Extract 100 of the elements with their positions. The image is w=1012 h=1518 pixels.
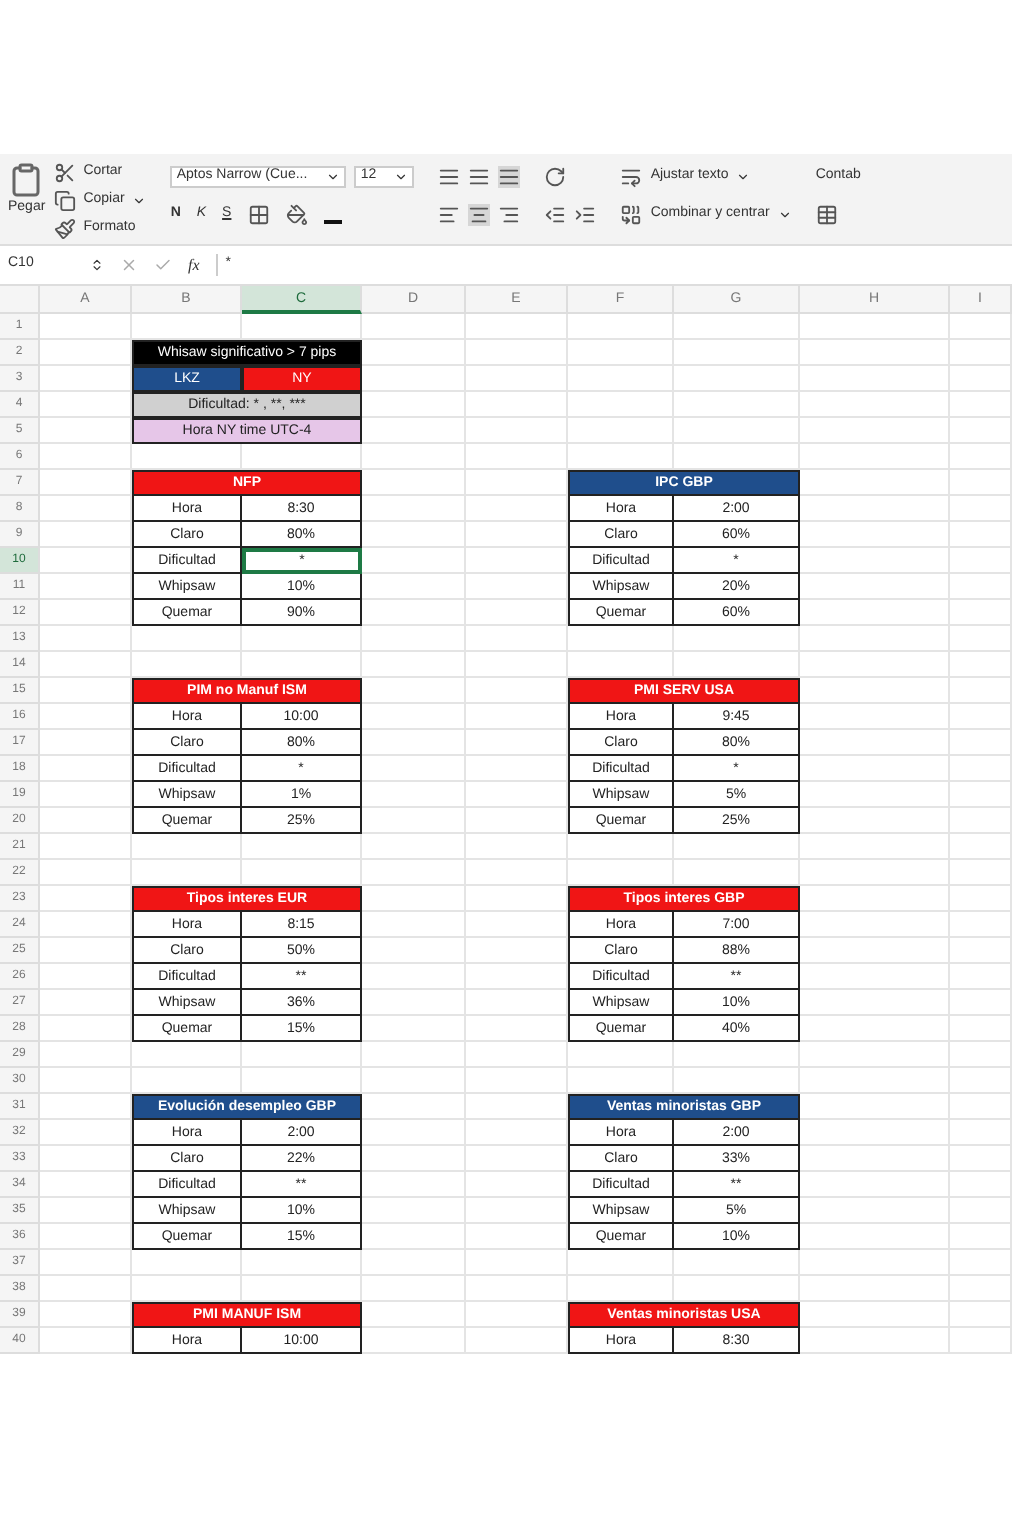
grid-cell[interactable] xyxy=(950,912,1012,938)
align-center-icon[interactable] xyxy=(468,204,491,226)
grid-cell[interactable] xyxy=(950,730,1012,756)
grid-cell[interactable] xyxy=(362,444,466,470)
grid-cell[interactable] xyxy=(950,678,1012,704)
grid-cell[interactable] xyxy=(950,1328,1012,1354)
grid-cell[interactable] xyxy=(40,626,132,652)
grid-cell[interactable] xyxy=(950,1198,1012,1224)
grid-cell[interactable] xyxy=(466,1276,568,1302)
grid-cell[interactable] xyxy=(40,652,132,678)
grid-cell[interactable] xyxy=(950,652,1012,678)
grid-cell[interactable] xyxy=(950,782,1012,808)
align-bottom-icon[interactable] xyxy=(498,166,521,188)
grid-cell[interactable] xyxy=(950,990,1012,1016)
grid-cell[interactable] xyxy=(950,496,1012,522)
grid-cell[interactable] xyxy=(950,964,1012,990)
grid-cell[interactable] xyxy=(950,1094,1012,1120)
grid-cell[interactable] xyxy=(950,1120,1012,1146)
grid-cell[interactable] xyxy=(674,340,800,366)
grid-cell[interactable] xyxy=(950,1302,1012,1328)
grid-cell[interactable] xyxy=(950,886,1012,912)
grid-cell[interactable] xyxy=(40,1250,132,1276)
grid-cell[interactable] xyxy=(466,392,568,418)
function-label[interactable]: fx xyxy=(188,253,200,277)
fill-color-icon[interactable] xyxy=(285,204,308,226)
grid-cell[interactable] xyxy=(950,860,1012,886)
grid-cell[interactable] xyxy=(362,860,466,886)
grid-cell[interactable] xyxy=(40,1068,132,1094)
grid-cell[interactable] xyxy=(40,1276,132,1302)
indent-icon[interactable] xyxy=(574,204,597,226)
align-left-icon[interactable] xyxy=(438,204,461,226)
grid-cell[interactable] xyxy=(800,860,950,886)
grid-cell[interactable] xyxy=(800,418,950,444)
cancel-icon[interactable] xyxy=(120,256,138,274)
grid-cell[interactable] xyxy=(950,756,1012,782)
grid-cell[interactable] xyxy=(362,834,466,860)
grid-cell[interactable] xyxy=(950,834,1012,860)
grid-cell[interactable] xyxy=(950,1068,1012,1094)
check-icon[interactable] xyxy=(154,256,172,274)
grid-cell[interactable] xyxy=(40,834,132,860)
grid-cell[interactable] xyxy=(466,860,568,886)
grid-cell[interactable] xyxy=(950,366,1012,392)
grid-cell[interactable] xyxy=(950,522,1012,548)
grid-cell[interactable] xyxy=(40,860,132,886)
grid-cell[interactable] xyxy=(950,1276,1012,1302)
grid-cell[interactable] xyxy=(800,366,950,392)
grid-cell[interactable] xyxy=(362,1276,466,1302)
grid-cell[interactable] xyxy=(362,652,466,678)
grid-cell[interactable] xyxy=(674,392,800,418)
grid-cell[interactable] xyxy=(674,366,800,392)
outdent-icon[interactable] xyxy=(544,204,567,226)
grid-cell[interactable] xyxy=(950,808,1012,834)
grid-cell[interactable] xyxy=(362,626,466,652)
align-middle-icon[interactable] xyxy=(468,166,491,188)
grid-cell[interactable] xyxy=(466,652,568,678)
grid-cell[interactable] xyxy=(950,626,1012,652)
grid-cell[interactable] xyxy=(466,340,568,366)
grid-cell[interactable] xyxy=(800,340,950,366)
grid-cell[interactable] xyxy=(800,1068,950,1094)
align-right-icon[interactable] xyxy=(498,204,521,226)
grid-cell[interactable] xyxy=(466,1068,568,1094)
grid-cell[interactable] xyxy=(466,1250,568,1276)
grid-cell[interactable] xyxy=(362,1042,466,1068)
align-top-icon[interactable] xyxy=(438,166,461,188)
select-all-corner[interactable] xyxy=(0,286,40,314)
grid-cell[interactable] xyxy=(40,1042,132,1068)
grid-cell[interactable] xyxy=(800,1250,950,1276)
grid-cell[interactable] xyxy=(568,366,674,392)
grid-cell[interactable] xyxy=(950,704,1012,730)
grid-cell[interactable] xyxy=(568,418,674,444)
grid-cell[interactable] xyxy=(950,1172,1012,1198)
grid-cell[interactable] xyxy=(950,418,1012,444)
grid-cell[interactable] xyxy=(800,392,950,418)
grid-cell[interactable] xyxy=(466,834,568,860)
grid-cell[interactable] xyxy=(466,626,568,652)
grid-cell[interactable] xyxy=(950,938,1012,964)
grid-cell[interactable] xyxy=(950,392,1012,418)
grid-cell[interactable] xyxy=(800,626,950,652)
grid-cell[interactable] xyxy=(950,1016,1012,1042)
grid-cell[interactable] xyxy=(950,1042,1012,1068)
grid-cell[interactable] xyxy=(950,600,1012,626)
grid-cell[interactable] xyxy=(466,444,568,470)
grid-cell[interactable] xyxy=(466,418,568,444)
grid-cell[interactable] xyxy=(466,366,568,392)
borders-icon[interactable] xyxy=(247,204,270,226)
grid-cell[interactable] xyxy=(800,444,950,470)
conditional-format-icon[interactable] xyxy=(815,203,838,225)
grid-cell[interactable] xyxy=(950,1146,1012,1172)
grid-cell[interactable] xyxy=(800,1276,950,1302)
grid-cell[interactable] xyxy=(362,1068,466,1094)
grid-cell[interactable] xyxy=(950,444,1012,470)
grid-cell[interactable] xyxy=(800,652,950,678)
grid-cell[interactable] xyxy=(40,444,132,470)
grid-cell[interactable] xyxy=(362,1250,466,1276)
grid-cell[interactable] xyxy=(950,470,1012,496)
grid-cell[interactable] xyxy=(568,392,674,418)
grid-cell[interactable] xyxy=(568,340,674,366)
grid-cell[interactable] xyxy=(800,1042,950,1068)
grid-cell[interactable] xyxy=(466,1042,568,1068)
orientation-icon[interactable] xyxy=(544,166,567,188)
